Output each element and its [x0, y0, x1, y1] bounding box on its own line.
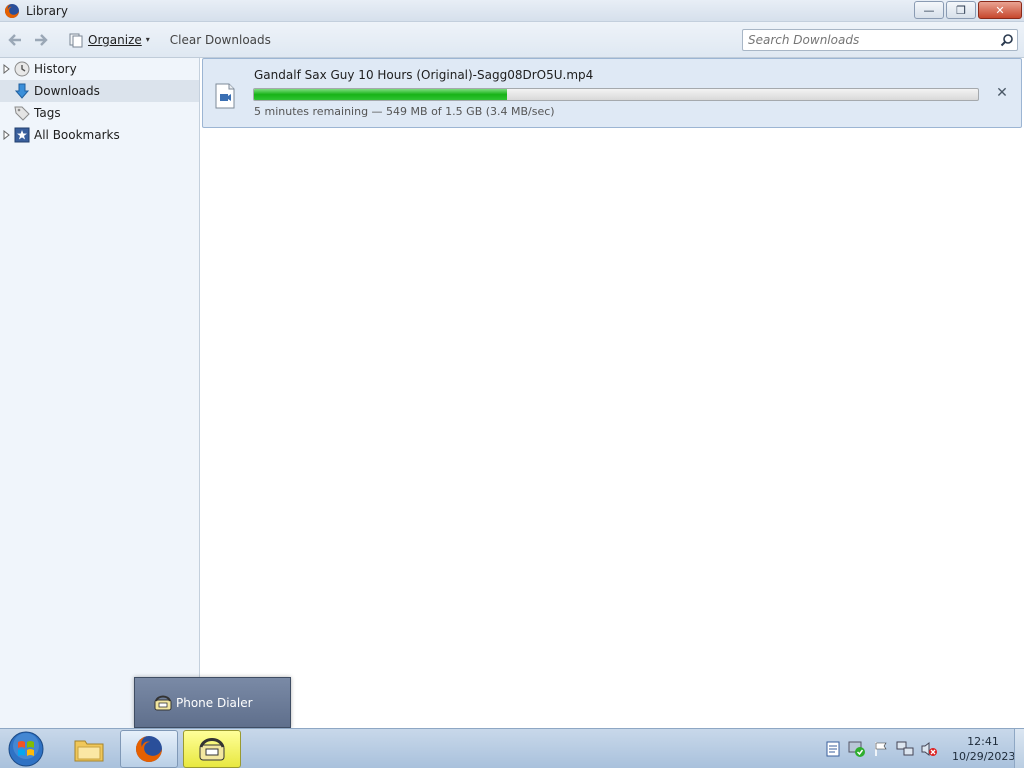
download-filename: Gandalf Sax Guy 10 Hours (Original)-Sagg… — [254, 68, 594, 82]
popup-label: Phone Dialer — [176, 695, 253, 710]
taskbar-thumbnail-popup[interactable]: Phone Dialer — [134, 677, 291, 728]
sidebar-item-label: All Bookmarks — [34, 128, 120, 142]
taskbar-explorer-button[interactable] — [60, 730, 118, 768]
phone-dialer-icon — [199, 738, 225, 761]
sidebar-item-label: Tags — [34, 106, 61, 120]
clock[interactable]: 12:41 10/29/2023 — [952, 734, 1016, 764]
volume-muted-icon[interactable] — [920, 740, 938, 758]
download-status: 5 minutes remaining — 549 MB of 1.5 GB (… — [254, 105, 555, 118]
title-bar[interactable]: Library — ❐ ✕ — [0, 0, 1024, 22]
security-shield-icon[interactable] — [848, 740, 866, 758]
phone-dialer-icon — [154, 695, 172, 710]
expand-triangle-icon[interactable] — [3, 130, 10, 140]
star-icon — [14, 127, 30, 143]
search-icon[interactable] — [997, 33, 1017, 47]
firefox-icon — [136, 736, 162, 762]
search-box[interactable] — [742, 29, 1018, 51]
organize-icon — [69, 33, 83, 47]
search-input[interactable] — [743, 30, 997, 50]
sidebar-item-label: Downloads — [34, 84, 100, 98]
notes-icon[interactable] — [824, 740, 842, 758]
clear-downloads-button[interactable]: Clear Downloads — [170, 33, 271, 47]
back-button[interactable] — [4, 29, 26, 51]
flag-icon[interactable] — [872, 740, 890, 758]
network-icon[interactable] — [896, 740, 914, 758]
restore-button[interactable]: ❐ — [946, 1, 976, 19]
expand-triangle-icon[interactable] — [3, 64, 10, 74]
clock-icon — [14, 61, 30, 77]
download-arrow-icon — [14, 83, 30, 99]
system-tray: 12:41 10/29/2023 — [818, 729, 1016, 768]
video-file-icon — [215, 83, 235, 109]
taskbar: 12:41 10/29/2023 — [0, 728, 1024, 768]
progress-fill — [254, 89, 508, 100]
back-arrow-icon — [8, 33, 21, 46]
sidebar-item-history[interactable]: History — [0, 58, 199, 80]
window-title: Library — [26, 3, 68, 18]
taskbar-phone-dialer-button[interactable] — [183, 730, 241, 768]
download-progress-bar — [253, 88, 979, 101]
sidebar-item-tags[interactable]: Tags — [0, 102, 199, 124]
forward-arrow-icon — [35, 33, 48, 46]
sidebar-item-all-bookmarks[interactable]: All Bookmarks — [0, 124, 199, 146]
sidebar-item-downloads[interactable]: Downloads — [0, 80, 199, 102]
forward-button[interactable] — [30, 29, 52, 51]
cancel-download-button[interactable]: ✕ — [995, 85, 1009, 101]
windows-logo-icon — [8, 731, 44, 767]
sidebar: History Downloads Tags All Bookmarks — [0, 58, 200, 728]
clock-date: 10/29/2023 — [952, 750, 1016, 763]
downloads-list: Gandalf Sax Guy 10 Hours (Original)-Sagg… — [200, 58, 1024, 728]
download-item[interactable]: Gandalf Sax Guy 10 Hours (Original)-Sagg… — [202, 58, 1022, 128]
firefox-icon — [5, 3, 19, 18]
organize-button[interactable]: Organize ▾ — [68, 32, 150, 48]
close-button[interactable]: ✕ — [978, 1, 1022, 19]
tag-icon — [14, 105, 30, 121]
toolbar: Organize ▾ Clear Downloads — [0, 22, 1024, 58]
taskbar-firefox-button[interactable] — [120, 730, 178, 768]
sidebar-item-label: History — [34, 62, 77, 76]
show-desktop-button[interactable] — [1014, 729, 1024, 768]
organize-label: Organize — [88, 32, 142, 47]
chevron-down-icon: ▾ — [145, 35, 150, 44]
minimize-button[interactable]: — — [914, 1, 944, 19]
clock-time: 12:41 — [967, 735, 999, 748]
start-button[interactable] — [6, 730, 46, 768]
folder-icon — [74, 740, 104, 762]
